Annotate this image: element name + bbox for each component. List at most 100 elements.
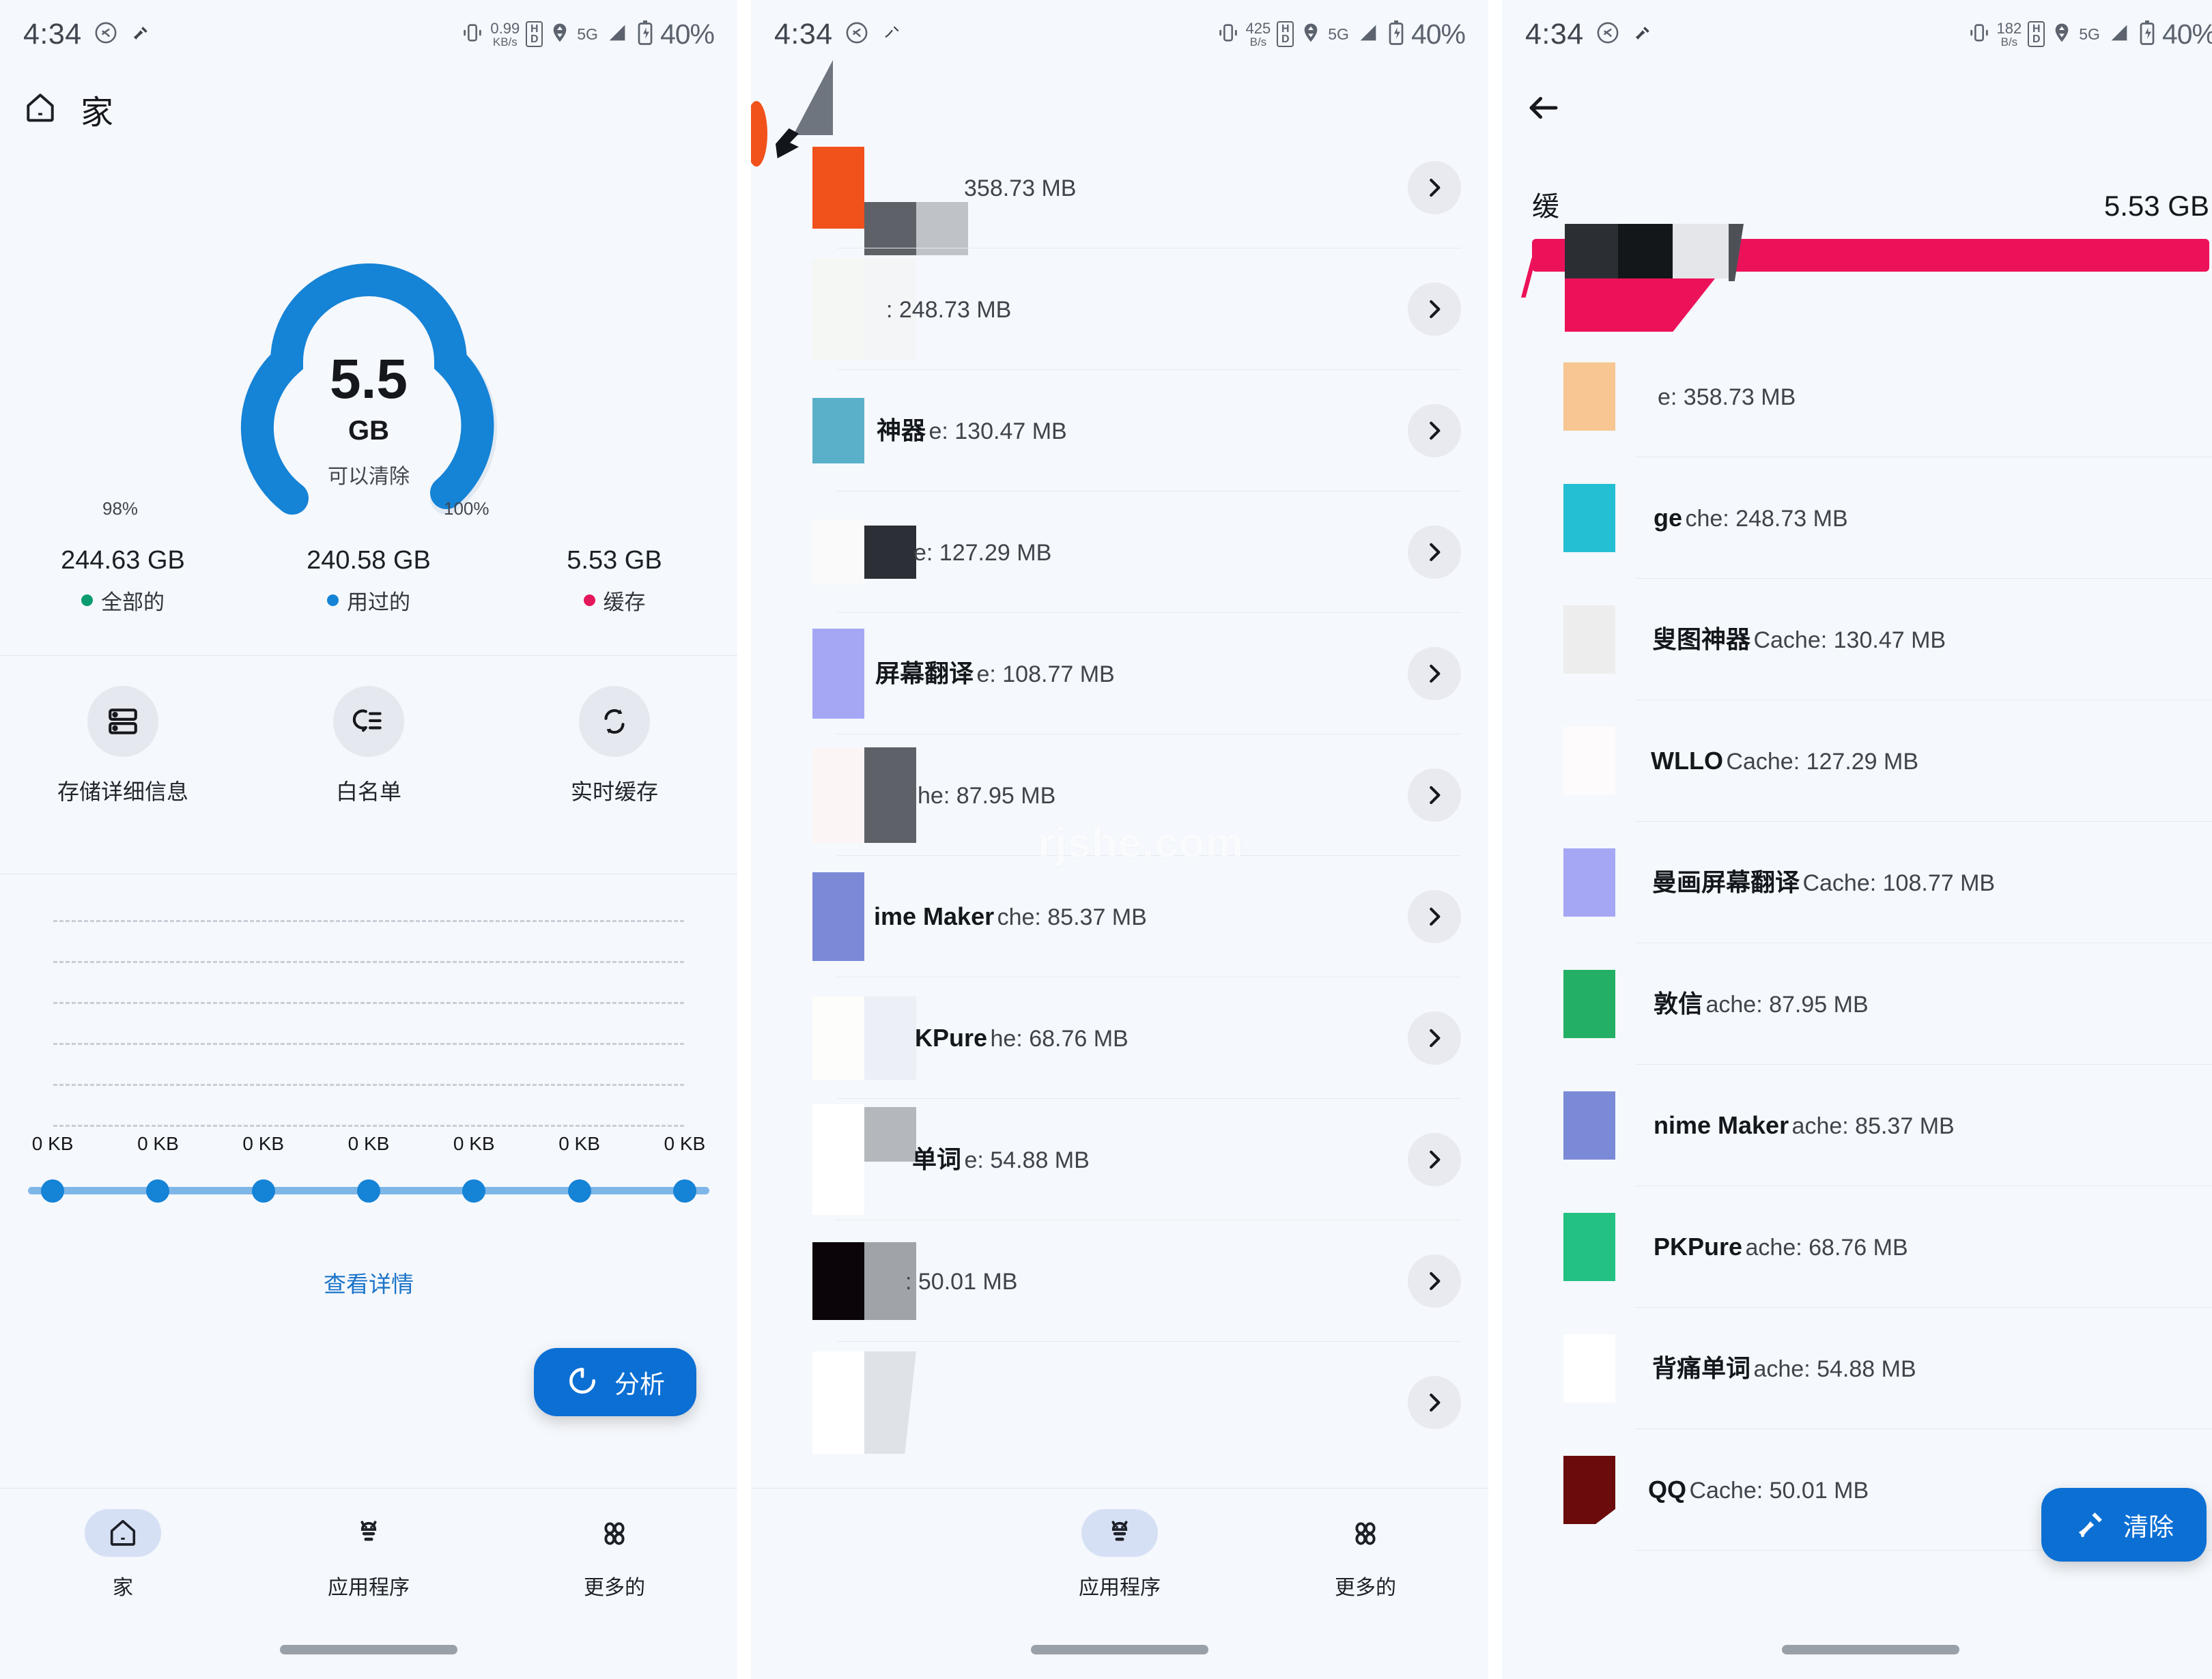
back-arrow-icon[interactable] (1525, 89, 1562, 130)
shazam-icon (1596, 21, 1619, 48)
list-item[interactable]: PKPure ache: 68.76 MB (1502, 1186, 2212, 1308)
list-item[interactable]: 神器 e: 130.47 MB (751, 370, 1488, 491)
apps-icon (1081, 1509, 1158, 1557)
gesture-home-bar[interactable] (280, 1645, 457, 1654)
list-item[interactable]: ime Maker che: 85.37 MB (751, 856, 1488, 977)
battery-charging-icon (636, 20, 654, 48)
list-item[interactable]: 单词 e: 54.88 MB (751, 1099, 1488, 1220)
list-item[interactable]: e: 358.73 MB (1502, 336, 2212, 457)
transition-artifact (1673, 224, 1730, 278)
chevron-right-icon[interactable] (1408, 526, 1461, 579)
chart-gridline (53, 1084, 684, 1086)
quick-action-whitelist-label: 白名单 (335, 779, 401, 804)
data-transfer-icon (1300, 21, 1322, 48)
nav-item-more[interactable]: 更多的 (1243, 1509, 1488, 1601)
nav-item-apps-label: 应用程序 (1079, 1577, 1161, 1599)
network-type: 5G (1328, 25, 1349, 43)
app-cache-size: he: 87.95 MB (918, 783, 1056, 809)
app-icon (1563, 727, 1615, 795)
view-details-link[interactable]: 查看详情 (0, 1266, 737, 1299)
app-cache-size: e: 358.73 MB (1658, 384, 1796, 411)
quick-action-whitelist[interactable]: 白名单 (246, 686, 492, 806)
panel-gap (1488, 0, 1495, 1679)
chevron-right-icon[interactable] (1408, 1133, 1461, 1186)
app-text: ime Maker che: 85.37 MB (874, 902, 1408, 931)
app-icon (812, 629, 864, 719)
page-title: 家 (81, 95, 114, 131)
app-text: e: 358.73 MB (1658, 382, 2212, 411)
chart-gridline (53, 1125, 684, 1127)
data-transfer-icon (549, 21, 571, 48)
transition-artifact (793, 60, 833, 135)
list-item[interactable]: 敦信 ache: 87.95 MB (1502, 943, 2212, 1065)
chart-tick-label: 0 KB (137, 1133, 179, 1154)
nav-item-more[interactable]: 更多的 (492, 1509, 737, 1601)
chart-series-line (0, 1171, 737, 1211)
hd-voice-icon: H D (1277, 21, 1294, 47)
app-name: 单词 (912, 1145, 962, 1174)
chevron-right-icon[interactable] (1408, 161, 1461, 214)
app-text: 358.73 MB (964, 173, 1408, 202)
analyze-button[interactable]: 分析 (534, 1348, 696, 1416)
app-icon (1563, 362, 1615, 431)
gesture-home-bar[interactable] (1782, 1645, 1959, 1654)
app-text: 背痛单词 ache: 54.88 MB (1652, 1353, 2212, 1383)
chevron-right-icon[interactable] (1408, 647, 1461, 700)
gauge-tick-right: 100% (444, 498, 490, 519)
shazam-icon (845, 21, 868, 48)
chevron-right-icon[interactable] (1408, 404, 1461, 457)
chevron-right-icon[interactable] (1408, 890, 1461, 943)
quick-action-realtime-cache[interactable]: 实时缓存 (492, 686, 737, 806)
app-name: 屏幕翻译 (875, 659, 974, 688)
list-item[interactable]: : 248.73 MB (751, 248, 1488, 370)
app-icon-artifact (864, 526, 916, 579)
nav-item-more-label: 更多的 (584, 1577, 645, 1599)
list-item[interactable]: ge che: 248.73 MB (1502, 457, 2212, 579)
bottom-nav: 应用程序 更多的 (751, 1488, 1488, 1679)
status-time: 4:34 (23, 17, 82, 51)
stat-used-value: 240.58 GB (307, 546, 431, 575)
nav-item-home[interactable] (751, 1509, 997, 1601)
chevron-right-icon[interactable] (1408, 1376, 1461, 1429)
list-item[interactable]: WLLO Cache: 127.29 MB (1502, 700, 2212, 822)
app-bar: 家 (0, 72, 737, 147)
nav-item-home-label: 家 (113, 1577, 133, 1599)
chevron-right-icon[interactable] (1408, 769, 1461, 822)
chevron-right-icon[interactable] (1408, 283, 1461, 336)
app-name: nime Maker (1654, 1111, 1789, 1140)
list-item[interactable]: : 50.01 MB (751, 1220, 1488, 1342)
quick-actions-row: 存储详细信息 白名单 实时缓存 (0, 686, 737, 806)
clear-cache-button[interactable]: 清除 (2041, 1488, 2207, 1562)
home-icon (85, 1509, 161, 1557)
app-name: 神器 (877, 416, 926, 445)
list-item[interactable]: 背痛单词 ache: 54.88 MB (1502, 1308, 2212, 1429)
list-item[interactable]: e: 127.29 MB (751, 491, 1488, 613)
app-icon-artifact (864, 747, 916, 843)
divider-above-actions (0, 655, 737, 656)
more-icon (576, 1509, 653, 1557)
app-icon (1563, 1091, 1615, 1160)
chevron-right-icon[interactable] (1408, 1254, 1461, 1308)
app-name: QQ (1648, 1476, 1687, 1504)
chevron-right-icon[interactable] (1408, 1011, 1461, 1065)
app-cache-list: e: 358.73 MB ge che: 248.73 MB 叟图神器 Cach… (1502, 336, 2212, 1551)
nav-item-home[interactable]: 家 (0, 1509, 246, 1601)
chart-point (462, 1179, 486, 1203)
list-item[interactable]: 曼画屏幕翻译 Cache: 108.77 MB (1502, 822, 2212, 943)
nav-item-apps[interactable]: 应用程序 (997, 1509, 1243, 1601)
list-item[interactable]: KPure he: 68.76 MB (751, 977, 1488, 1099)
list-item[interactable]: 叟图神器 Cache: 130.47 MB (1502, 579, 2212, 700)
quick-action-storage-details[interactable]: 存储详细信息 (0, 686, 246, 806)
gauge-readout: 5.5 GB 可以清除 (232, 351, 505, 489)
gesture-home-bar[interactable] (1031, 1645, 1208, 1654)
list-item[interactable]: 屏幕翻译 e: 108.77 MB (751, 613, 1488, 734)
battery-percentage: 40% (660, 18, 715, 50)
status-bar-right: 425 B/s H D 5G 40% (1217, 18, 1466, 51)
nav-item-apps[interactable]: 应用程序 (246, 1509, 492, 1601)
list-item[interactable]: nime Maker ache: 85.37 MB (1502, 1065, 2212, 1186)
analyze-button-label: 分析 (614, 1371, 665, 1398)
list-item[interactable]: 358.73 MB (751, 127, 1488, 255)
list-item[interactable] (751, 1342, 1488, 1463)
network-speed-value: 425 (1245, 19, 1271, 37)
phone-panel-cache-detail: 4:34 182 B/s H D 5G 40% 缓 5.53 GB e: 358… (1502, 0, 2212, 1679)
